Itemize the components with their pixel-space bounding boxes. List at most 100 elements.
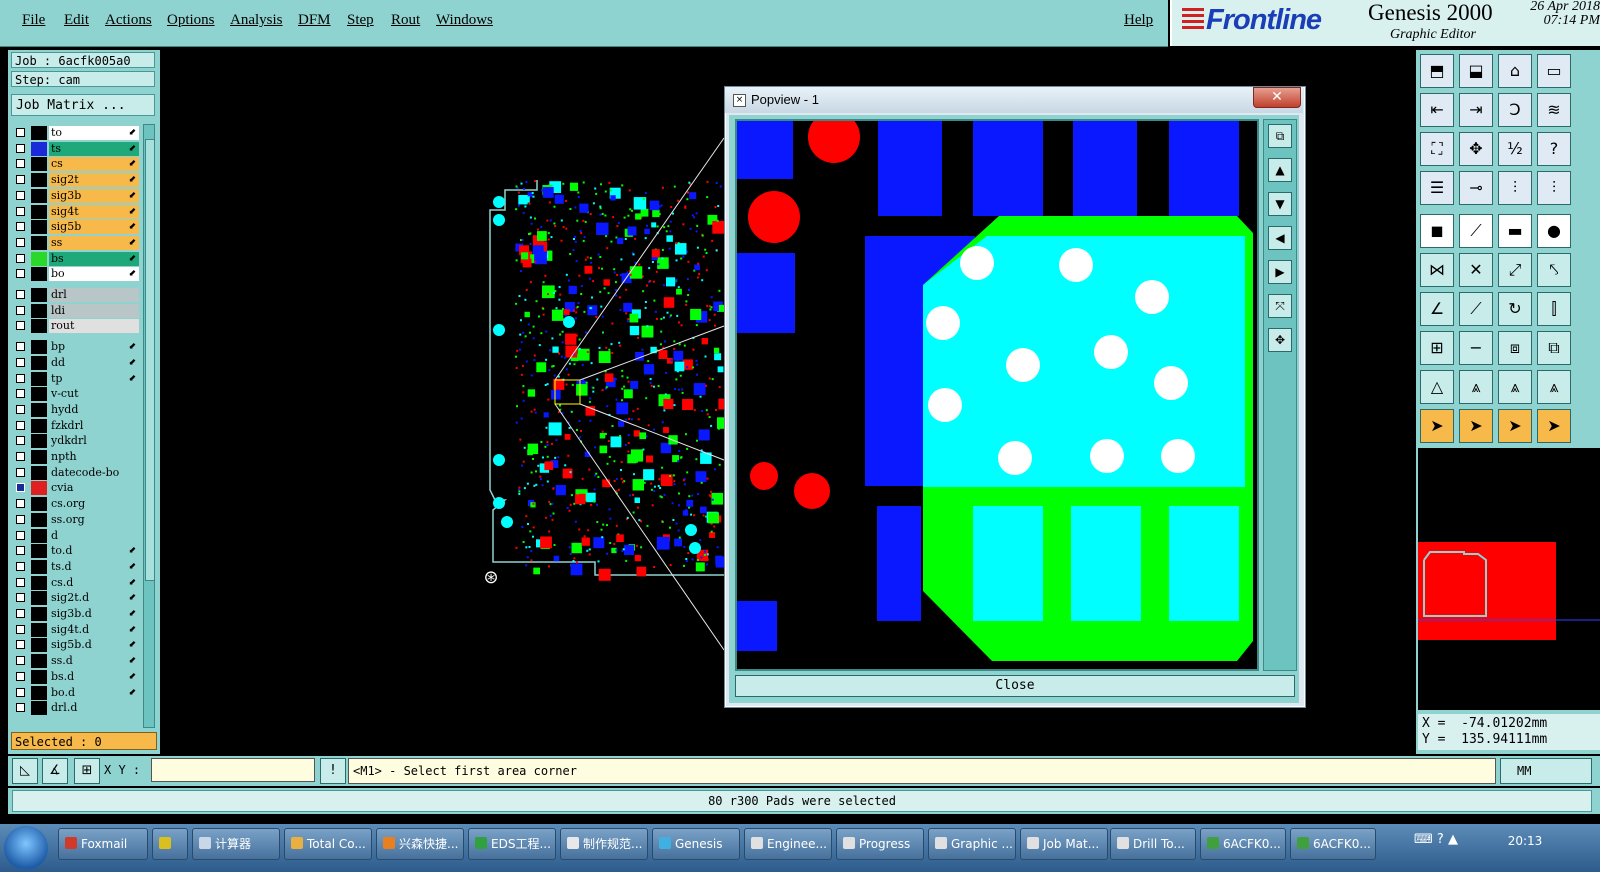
select-arrow-icon[interactable]: ➤ [1420, 409, 1454, 443]
layer-color-swatch[interactable] [31, 481, 47, 496]
taskbar-task[interactable]: Drill To... [1110, 828, 1196, 860]
layer-row[interactable]: ss.org [13, 512, 139, 527]
triangle-icon[interactable]: △ [1420, 370, 1454, 404]
layer-name[interactable]: sig4t.d ⬋ [49, 622, 139, 637]
add-pad-icon[interactable]: ⊞ [1420, 331, 1454, 365]
layer-name[interactable]: bo.d ⬋ [49, 685, 139, 700]
layer-checkbox[interactable] [16, 206, 25, 216]
layer-checkbox[interactable] [16, 321, 25, 331]
layer-color-swatch[interactable] [31, 173, 47, 188]
layer-name[interactable]: sig2t.d ⬋ [49, 591, 139, 606]
layer-color-swatch[interactable] [31, 528, 47, 543]
mirror-icon[interactable]: ⫿ [1537, 292, 1571, 326]
layer-checkbox[interactable] [16, 175, 25, 185]
layer-color-swatch[interactable] [31, 267, 47, 282]
layer-checkbox[interactable] [16, 373, 25, 383]
overview-map[interactable] [1418, 448, 1600, 710]
layer-name[interactable]: drl [49, 288, 139, 302]
settings-icon[interactable]: ☰ [1420, 171, 1454, 205]
layer-color-swatch[interactable] [31, 638, 47, 653]
triangle-wide-icon[interactable]: ⩓ [1537, 370, 1571, 404]
layer-color-swatch[interactable] [31, 402, 47, 417]
menu-step[interactable]: Step [347, 12, 374, 29]
layer-scrollbar[interactable] [143, 124, 155, 728]
layer-checkbox[interactable] [16, 703, 25, 713]
taskbar-task[interactable]: Job Mat... [1020, 828, 1108, 860]
layer-row[interactable]: dd ⬋ [13, 355, 139, 370]
layer-checkbox[interactable] [16, 143, 25, 153]
layer-checkbox[interactable] [16, 467, 25, 477]
layer-color-swatch[interactable] [31, 559, 47, 574]
snap-center-icon[interactable]: ⊞ [74, 758, 100, 784]
layer-name[interactable]: sig3b ⬋ [49, 188, 139, 203]
layer-color-swatch[interactable] [31, 288, 47, 302]
layer-name[interactable]: bo ⬋ [49, 267, 139, 282]
unit-selector[interactable]: MM [1500, 758, 1592, 784]
layer-row[interactable]: to ⬋ [13, 126, 139, 140]
layer-name[interactable]: sig4t ⬋ [49, 204, 139, 219]
layer-name[interactable]: ss.org [49, 512, 139, 527]
layer-name[interactable]: to.d ⬋ [49, 544, 139, 559]
probe-icon[interactable]: ⫶ [1537, 171, 1571, 205]
popview-pan-down-icon[interactable]: ▼ [1268, 192, 1292, 216]
layer-color-swatch[interactable] [31, 465, 47, 480]
taskbar-task[interactable]: Total Co... [284, 828, 372, 860]
layer-row[interactable]: ts ⬋ [13, 141, 139, 156]
popview-titlebar[interactable]: × Popview - 1 [725, 87, 1303, 113]
layer-row[interactable]: sig4t.d ⬋ [13, 622, 139, 637]
taskbar-task[interactable]: Foxmail [58, 828, 148, 860]
layer-checkbox[interactable] [16, 671, 25, 681]
popview-zoom-icon[interactable]: ⧉ [1268, 124, 1292, 148]
layer-color-swatch[interactable] [31, 701, 47, 716]
layer-name[interactable]: ydkdrl [49, 434, 139, 449]
layer-checkbox[interactable] [16, 499, 25, 509]
taskbar-task[interactable]: 6ACFK0... [1200, 828, 1286, 860]
resize-icon[interactable]: ⧈ [1498, 331, 1532, 365]
open-step-icon[interactable]: ⬒ [1420, 54, 1454, 88]
layer-row[interactable]: cs ⬋ [13, 157, 139, 172]
layer-color-swatch[interactable] [31, 340, 47, 355]
layer-row[interactable]: sig5b.d ⬋ [13, 638, 139, 653]
layer-checkbox[interactable] [16, 128, 25, 137]
layer-checkbox[interactable] [16, 253, 25, 263]
layer-checkbox[interactable] [16, 342, 25, 352]
menu-help[interactable]: Help [1124, 12, 1153, 29]
layer-color-swatch[interactable] [31, 355, 47, 370]
circle-tool-icon[interactable]: ● [1537, 214, 1571, 248]
triangle-arrow-icon[interactable]: ⩓ [1498, 370, 1532, 404]
layer-color-swatch[interactable] [31, 512, 47, 527]
layer-checkbox[interactable] [16, 436, 25, 446]
layer-name[interactable]: sig5b.d ⬋ [49, 638, 139, 653]
popview-canvas[interactable] [735, 119, 1259, 671]
taskbar-task[interactable] [152, 828, 188, 860]
layer-color-swatch[interactable] [31, 141, 47, 156]
scrollbar-thumb[interactable] [145, 139, 155, 581]
layer-row[interactable]: ts.d ⬋ [13, 559, 139, 574]
layer-checkbox[interactable] [16, 687, 25, 697]
layer-row[interactable]: ss.d ⬋ [13, 654, 139, 669]
xy-input[interactable] [151, 758, 315, 782]
arc-icon[interactable]: ⤣ [1537, 253, 1571, 287]
layer-row[interactable]: to.d ⬋ [13, 544, 139, 559]
layer-color-swatch[interactable] [31, 319, 47, 334]
menu-actions[interactable]: Actions [105, 12, 152, 29]
menu-analysis[interactable]: Analysis [230, 12, 283, 29]
layer-row[interactable]: bs.d ⬋ [13, 669, 139, 684]
layer-color-swatch[interactable] [31, 434, 47, 449]
taskbar-task[interactable]: Genesis [652, 828, 740, 860]
bracket-icon[interactable]: Ↄ [1498, 93, 1532, 127]
layer-row[interactable]: fzkdrl [13, 418, 139, 433]
layer-row[interactable]: cs.d ⬋ [13, 575, 139, 590]
minus-icon[interactable]: − [1459, 331, 1493, 365]
popview-pan-up-icon[interactable]: ▲ [1268, 158, 1292, 182]
layer-color-swatch[interactable] [31, 220, 47, 235]
layer-row[interactable]: sig3b ⬋ [13, 188, 139, 203]
layer-name[interactable]: sig2t ⬋ [49, 173, 139, 188]
taskbar-task[interactable]: 6ACFK0... [1290, 828, 1376, 860]
layer-name[interactable]: sig5b ⬋ [49, 220, 139, 235]
layer-color-swatch[interactable] [31, 251, 47, 266]
layer-checkbox[interactable] [16, 159, 25, 169]
layer-row[interactable]: tp ⬋ [13, 371, 139, 386]
zoom-home-icon[interactable]: ✥ [1459, 132, 1493, 166]
layer-name[interactable]: ss ⬋ [49, 235, 139, 250]
